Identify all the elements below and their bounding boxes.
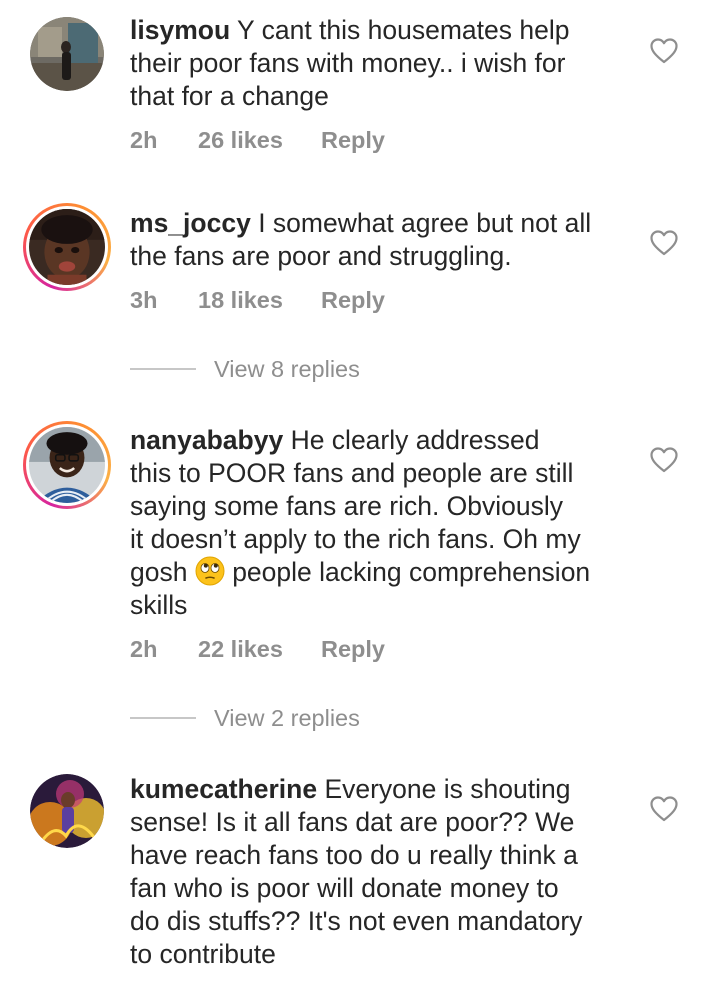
- avatar[interactable]: [30, 17, 104, 91]
- user-photo-avatar-icon: [30, 17, 104, 91]
- comment-username[interactable]: lisymou: [130, 15, 230, 45]
- heart-outline-icon[interactable]: [650, 230, 678, 256]
- divider: [130, 368, 196, 370]
- comment-username[interactable]: kumecatherine: [130, 774, 317, 804]
- divider: [130, 717, 196, 719]
- comment-text: ms_joccy I somewhat agree but not all th…: [130, 207, 630, 273]
- user-photo-avatar-icon: [30, 774, 104, 848]
- comment-meta: 3h 18 likes Reply: [130, 287, 385, 314]
- avatar[interactable]: [23, 203, 111, 291]
- user-photo-avatar-icon: [29, 209, 105, 285]
- comment-time: 2h: [130, 636, 158, 662]
- view-replies-button[interactable]: View 8 replies: [130, 354, 360, 384]
- comment-likes[interactable]: 26 likes: [198, 127, 321, 154]
- comment-text: nanyababyy He clearly addressed this to …: [130, 424, 630, 622]
- face-with-rolling-eyes-icon: [195, 556, 225, 586]
- reply-button[interactable]: Reply: [321, 636, 385, 663]
- view-replies-button[interactable]: View 2 replies: [130, 703, 360, 733]
- avatar-image: [26, 206, 108, 288]
- comment-username[interactable]: ms_joccy: [130, 208, 251, 238]
- avatar-image: [30, 774, 104, 848]
- view-replies-label: View 8 replies: [214, 355, 360, 382]
- avatar[interactable]: [23, 421, 111, 509]
- reply-button[interactable]: Reply: [321, 287, 385, 314]
- view-replies-label: View 2 replies: [214, 704, 360, 731]
- comment-time: 3h: [130, 287, 158, 313]
- comment-likes[interactable]: 22 likes: [198, 636, 321, 663]
- comment-text: lisymou Y cant this housemates help thei…: [130, 14, 630, 113]
- reply-button[interactable]: Reply: [321, 127, 385, 154]
- comment-time: 2h: [130, 127, 158, 153]
- heart-outline-icon[interactable]: [650, 38, 678, 64]
- comment-meta: 2h 26 likes Reply: [130, 127, 385, 154]
- avatar-image: [26, 424, 108, 506]
- user-photo-avatar-icon: [29, 427, 105, 503]
- comment-text: kumecatherine Everyone is shouting sense…: [130, 773, 630, 971]
- comment-username[interactable]: nanyababyy: [130, 425, 283, 455]
- comment-meta: 2h 22 likes Reply: [130, 636, 385, 663]
- heart-outline-icon[interactable]: [650, 447, 678, 473]
- comment-likes[interactable]: 18 likes: [198, 287, 321, 314]
- avatar-image: [30, 17, 104, 91]
- heart-outline-icon[interactable]: [650, 796, 678, 822]
- avatar[interactable]: [30, 774, 104, 848]
